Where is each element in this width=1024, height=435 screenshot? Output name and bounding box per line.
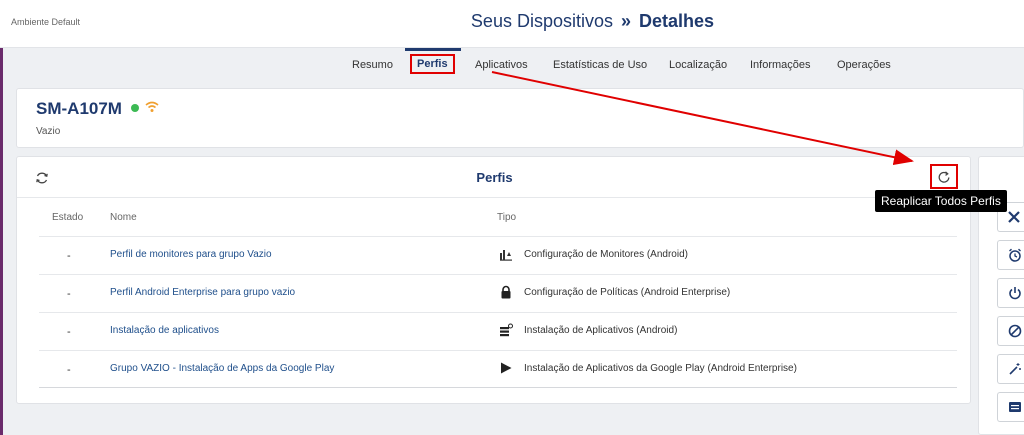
online-status-icon [131,104,139,112]
alarm-action-button[interactable] [997,240,1024,270]
block-icon [1008,324,1022,338]
row-status: - [67,288,71,300]
profiles-title: Perfis [476,170,513,185]
tab-localizacao[interactable]: Localização [669,59,727,71]
message-action-button[interactable] [997,392,1024,422]
alarm-icon [1009,248,1021,262]
row-name-link[interactable]: Perfil de monitores para grupo Vazio [110,249,272,260]
device-name: SM-A107M [36,99,122,118]
left-accent-strip [0,48,3,435]
tab-operacoes[interactable]: Operações [837,59,891,71]
tab-estatisticas[interactable]: Estatísticas de Uso [553,59,647,71]
close-icon [1008,211,1020,223]
title-current: Detalhes [639,11,715,31]
title-separator: » [621,11,632,31]
reapply-all-profiles-button[interactable] [930,164,958,189]
title-section: Seus Dispositivos [470,11,613,31]
reapply-tooltip: Reaplicar Todos Perfis [875,190,1007,212]
table-row[interactable]: - Grupo VAZIO - Instalação de Apps da Go… [39,350,957,388]
tab-resumo[interactable]: Resumo [352,59,393,71]
block-action-button[interactable] [997,316,1024,346]
page-title: Seus Dispositivos » Detalhes [0,11,1024,32]
row-status: - [67,250,71,262]
table-row[interactable]: - Perfil de monitores para grupo Vazio C… [39,236,957,274]
row-name-link[interactable]: Grupo VAZIO - Instalação de Apps da Goog… [110,363,334,374]
row-name-link[interactable]: Perfil Android Enterprise para grupo vaz… [110,287,295,298]
page-header: Ambiente Default Seus Dispositivos » Det… [0,0,1024,48]
row-status: - [67,364,71,376]
wand-action-button[interactable] [997,354,1024,384]
power-action-button[interactable] [997,278,1024,308]
monitor-chart-icon [500,250,512,261]
magic-wand-icon [1009,363,1021,375]
power-icon [1009,287,1021,300]
app-stack-icon [500,323,513,337]
row-status: - [67,326,71,338]
table-row[interactable]: - Perfil Android Enterprise para grupo v… [39,274,957,312]
profiles-panel-header: Perfis [17,157,972,198]
column-estado[interactable]: Estado [52,212,83,223]
device-card: SM-A107M Vazio [16,88,1024,148]
tab-aplicativos[interactable]: Aplicativos [475,59,528,71]
tab-perfis[interactable]: Perfis [410,54,455,74]
tab-bar: Resumo Perfis Aplicativos Estatísticas d… [0,48,1024,83]
row-type: Configuração de Políticas (Android Enter… [524,287,731,298]
column-nome[interactable]: Nome [110,212,137,223]
table-row[interactable]: - Instalação de aplicativos Instalação d… [39,312,957,350]
lock-icon [501,285,511,299]
profiles-panel: Perfis Estado Nome Tipo - Perfil de moni… [16,156,972,404]
tab-informacoes[interactable]: Informações [750,59,811,71]
row-name-link[interactable]: Instalação de aplicativos [110,325,219,336]
column-tipo[interactable]: Tipo [497,212,516,223]
message-icon [1009,402,1021,412]
active-tab-indicator [405,48,461,51]
wifi-icon [145,101,159,112]
google-play-icon [501,362,512,374]
reload-icon [938,170,950,183]
row-type: Configuração de Monitores (Android) [524,249,688,260]
row-type: Instalação de Aplicativos (Android) [524,325,678,336]
device-group: Vazio [36,126,61,137]
row-type: Instalação de Aplicativos da Google Play… [524,363,797,374]
table-divider [39,387,957,388]
